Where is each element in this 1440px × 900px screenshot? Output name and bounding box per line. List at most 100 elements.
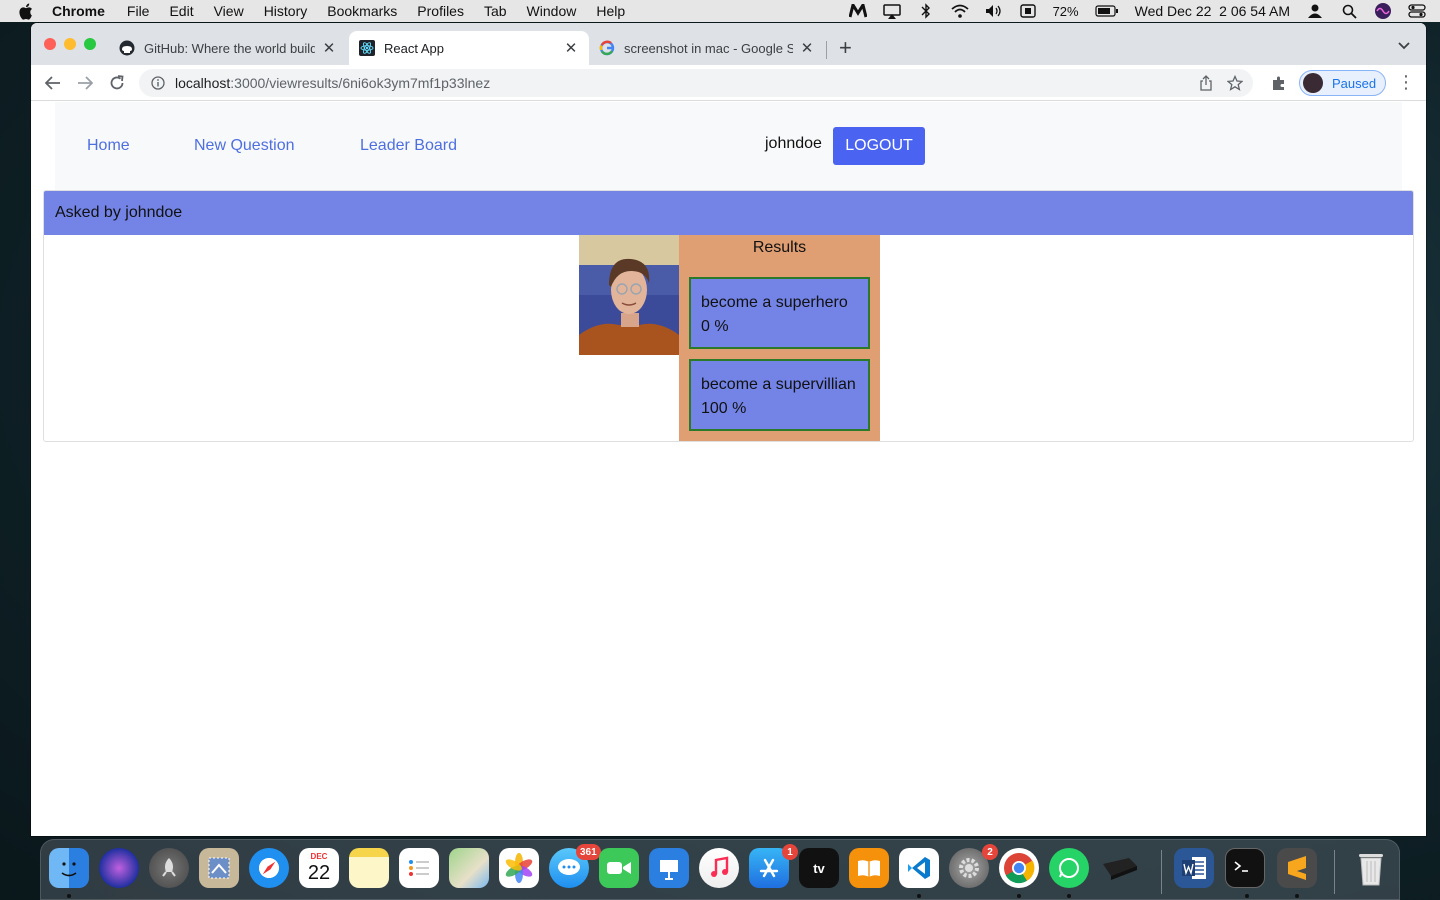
wifi-icon[interactable]	[950, 3, 969, 19]
nav-link-leader-board[interactable]: Leader Board	[360, 137, 457, 155]
menubar-status-area: 72% Wed Dec 22 2 06 54 AM	[848, 0, 1426, 22]
omnibox-actions	[1199, 74, 1244, 94]
browser-window: GitHub: Where the world build ✕ React Ap…	[31, 23, 1426, 836]
mail-stamp-icon[interactable]	[199, 848, 239, 888]
volume-icon[interactable]	[985, 3, 1003, 19]
launchpad-rocket-icon[interactable]	[149, 848, 189, 888]
card-body: Results become a superhero 0 % become a …	[44, 235, 1413, 441]
apple-tv-label: tv	[813, 860, 825, 876]
profile-status-label: Paused	[1332, 75, 1377, 91]
airplay-icon[interactable]	[882, 3, 901, 19]
url-host: localhost	[175, 75, 231, 91]
spotlight-search-icon[interactable]	[1340, 3, 1358, 19]
trash-icon[interactable]	[1351, 848, 1391, 888]
menu-app-name[interactable]: Chrome	[52, 3, 105, 19]
address-bar[interactable]: localhost:3000/viewresults/6ni6ok3ym7mf1…	[139, 69, 1253, 97]
menu-bookmarks[interactable]: Bookmarks	[327, 3, 397, 19]
new-tab-plus-icon[interactable]: +	[839, 37, 852, 59]
apple-menu-icon[interactable]	[18, 2, 36, 20]
music-note-icon[interactable]	[699, 848, 739, 888]
facetime-icon[interactable]	[599, 848, 639, 888]
dock-separator	[1334, 850, 1335, 894]
reminders-icon[interactable]	[399, 848, 439, 888]
keyboard-input-icon[interactable]	[1019, 3, 1037, 19]
google-icon	[599, 40, 615, 56]
running-indicator	[1245, 894, 1249, 898]
reload-icon[interactable]	[105, 71, 129, 95]
books-icon[interactable]	[849, 848, 889, 888]
minimize-window-button[interactable]	[64, 38, 76, 50]
close-tab-icon[interactable]: ✕	[321, 40, 337, 57]
menu-help[interactable]: Help	[596, 3, 625, 19]
safari-compass-icon[interactable]	[249, 848, 289, 888]
forward-arrow-icon[interactable]	[73, 71, 97, 95]
word-icon[interactable]	[1174, 848, 1214, 888]
calendar-day: 22	[307, 862, 331, 884]
tab-title: React App	[384, 40, 444, 56]
keynote-icon[interactable]	[649, 848, 689, 888]
option-percent: 100 %	[701, 400, 747, 417]
apple-tv-icon[interactable]: tv	[799, 848, 839, 888]
gpu-monitor-icon[interactable]	[1099, 848, 1139, 888]
back-arrow-icon[interactable]	[41, 71, 65, 95]
option-percent: 0 %	[701, 318, 729, 335]
option-text: become a superhero	[701, 294, 848, 311]
running-indicator	[67, 894, 71, 898]
photos-icon[interactable]	[499, 848, 539, 888]
menu-edit[interactable]: Edit	[169, 3, 193, 19]
nav-link-new-question[interactable]: New Question	[194, 137, 295, 155]
avatar	[1303, 73, 1323, 93]
profile-button[interactable]: Paused	[1299, 70, 1386, 96]
extensions-puzzle-icon[interactable]	[1267, 71, 1291, 95]
menu-window[interactable]: Window	[527, 3, 577, 19]
menu-file[interactable]: File	[127, 3, 150, 19]
control-center-icon[interactable]	[1408, 3, 1426, 19]
vscode-icon[interactable]	[899, 848, 939, 888]
close-tab-icon[interactable]: ✕	[563, 40, 579, 57]
app-store-badge: 1	[782, 844, 798, 860]
bluetooth-icon[interactable]	[917, 3, 935, 19]
close-window-button[interactable]	[44, 38, 56, 50]
bookmark-star-icon[interactable]	[1226, 74, 1244, 94]
siri-icon[interactable]	[99, 848, 139, 888]
siri-icon[interactable]	[1374, 3, 1392, 19]
option-text: become a supervillian	[701, 376, 856, 393]
app-status-icon[interactable]	[848, 3, 867, 19]
tab-github[interactable]: GitHub: Where the world build ✕	[109, 31, 347, 65]
calendar-icon[interactable]: DEC 22	[299, 848, 339, 888]
tab-separator	[826, 41, 827, 59]
site-info-icon[interactable]	[150, 75, 166, 91]
tab-google-search[interactable]: screenshot in mac - Google Se ✕	[589, 31, 825, 65]
menu-view[interactable]: View	[214, 3, 244, 19]
window-controls	[44, 38, 96, 50]
maps-icon[interactable]	[449, 848, 489, 888]
logout-button[interactable]: LOGOUT	[833, 127, 925, 165]
user-account-icon[interactable]	[1306, 3, 1324, 19]
whatsapp-icon[interactable]	[1049, 848, 1089, 888]
fullscreen-window-button[interactable]	[84, 38, 96, 50]
share-icon[interactable]	[1199, 75, 1213, 94]
tab-react-app[interactable]: React App ✕	[349, 31, 589, 65]
system-preferences-badge: 2	[982, 844, 998, 860]
menu-profiles[interactable]: Profiles	[417, 3, 464, 19]
tab-search-chevron-icon[interactable]	[1398, 39, 1410, 53]
nav-link-home[interactable]: Home	[87, 137, 130, 155]
terminal-icon[interactable]	[1225, 848, 1265, 888]
finder-icon[interactable]	[49, 848, 89, 888]
dock-separator	[1161, 850, 1162, 894]
close-tab-icon[interactable]: ✕	[799, 40, 815, 57]
menu-tab[interactable]: Tab	[484, 3, 507, 19]
asked-by-header: Asked by johndoe	[44, 191, 1413, 235]
running-indicator	[917, 894, 921, 898]
running-indicator	[1067, 894, 1071, 898]
sublime-text-icon[interactable]	[1277, 848, 1317, 888]
notes-icon[interactable]	[349, 848, 389, 888]
battery-icon[interactable]	[1095, 3, 1119, 19]
more-menu-icon[interactable]: ⋮	[1397, 73, 1415, 91]
author-avatar-image	[579, 235, 679, 355]
chrome-icon[interactable]	[999, 848, 1039, 888]
url-path: :3000/viewresults/6ni6ok3ym7mf1p33lnez	[230, 75, 491, 91]
menu-history[interactable]: History	[264, 3, 308, 19]
github-icon	[119, 40, 135, 56]
menubar-clock[interactable]: Wed Dec 22 2 06 54 AM	[1135, 3, 1290, 19]
